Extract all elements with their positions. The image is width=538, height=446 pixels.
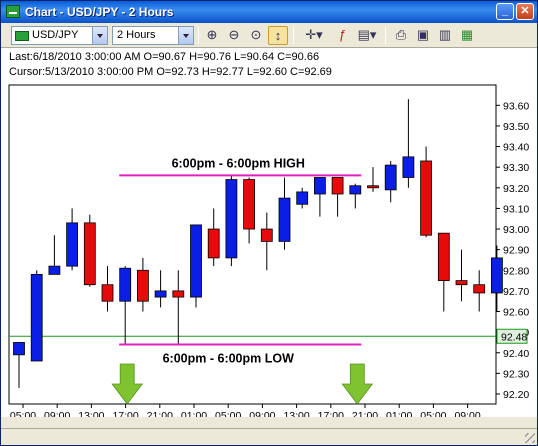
current-price-label: 92.48 xyxy=(501,331,527,343)
bear-candle xyxy=(331,177,344,195)
period-value: 2 Hours xyxy=(117,29,156,41)
resize-grip-icon[interactable] xyxy=(525,433,535,443)
y-tick-label: 92.20 xyxy=(503,389,529,401)
bull-candle xyxy=(48,265,61,275)
y-tick-label: 93.00 xyxy=(503,224,529,236)
price-info-bar: Last:6/18/2010 3:00:00 AM O=90.67 H=90.7… xyxy=(1,48,537,82)
bull-candle xyxy=(402,156,415,178)
x-tick-label: 21:00 xyxy=(147,410,173,417)
chart-window: Chart - USD/JPY - 2 Hours _ ✕ USD/JPY 2 … xyxy=(0,0,538,446)
zoom-out-icon[interactable]: ⊖ xyxy=(224,26,244,45)
y-tick-label: 92.40 xyxy=(503,348,529,360)
x-tick-label: 21:00 xyxy=(352,410,378,417)
bear-candle xyxy=(437,232,450,281)
toolbar-separator xyxy=(293,27,294,44)
x-tick-label: 05:00 xyxy=(10,410,36,417)
x-tick-label: 01:00 xyxy=(386,410,412,417)
bull-candle xyxy=(490,257,503,294)
minimize-button[interactable]: _ xyxy=(496,3,514,20)
crosshair-icon[interactable]: ✛▾ xyxy=(301,26,327,45)
y-tick-label: 92.60 xyxy=(503,307,529,319)
bear-candle xyxy=(455,280,468,286)
bull-candle xyxy=(190,224,202,298)
cursor-price-info: Cursor:5/13/2010 3:00:00 PM O=92.73 H=92… xyxy=(9,66,332,78)
bear-candle xyxy=(83,222,96,286)
x-tick-label: 01:00 xyxy=(181,410,207,417)
y-tick-label: 93.60 xyxy=(503,100,529,112)
bull-candle xyxy=(296,191,309,205)
zoom-in-icon[interactable]: ⊕ xyxy=(202,26,222,45)
bear-candle xyxy=(260,228,273,242)
y-tick-label: 92.70 xyxy=(503,286,529,298)
chart-app-icon xyxy=(6,5,20,18)
y-tick-label: 93.40 xyxy=(503,142,529,154)
bull-candle xyxy=(66,222,78,267)
print-icon[interactable]: ⎙ xyxy=(391,26,411,45)
y-tick-label: 92.90 xyxy=(503,245,529,257)
window-title: Chart - USD/JPY - 2 Hours xyxy=(25,5,174,19)
settings-icon[interactable]: ▦ xyxy=(457,26,477,45)
indicator-icon[interactable]: ▤▾ xyxy=(354,26,380,45)
function-icon[interactable]: ƒ xyxy=(332,26,352,45)
bear-candle xyxy=(367,185,379,189)
bear-candle xyxy=(473,284,486,294)
bear-candle xyxy=(243,179,256,230)
bull-candle xyxy=(384,164,397,191)
bull-candle xyxy=(119,267,132,302)
bull-candle xyxy=(154,290,167,298)
x-tick-label: 17:00 xyxy=(112,410,138,417)
x-tick-label: 13:00 xyxy=(283,410,309,417)
bear-candle xyxy=(420,160,433,236)
chevron-down-icon[interactable] xyxy=(178,27,193,44)
x-tick-label: 05:00 xyxy=(420,410,446,417)
cursor-icon[interactable]: ↕ xyxy=(268,26,288,45)
bull-candle xyxy=(13,342,25,356)
toolbar-separator xyxy=(198,27,199,44)
x-tick-label: 05:00 xyxy=(215,410,241,417)
y-tick-label: 93.10 xyxy=(503,203,529,215)
close-button[interactable]: ✕ xyxy=(516,3,534,20)
x-tick-label: 09:00 xyxy=(249,410,275,417)
bull-candle xyxy=(225,179,238,259)
last-price-info: Last:6/18/2010 3:00:00 AM O=90.67 H=90.7… xyxy=(9,51,320,63)
chart-area[interactable]: 93.60 93.50 93.40 93.30 93.20 93.10 93.00 92.90… xyxy=(1,82,537,422)
y-tick-label: 93.30 xyxy=(503,162,529,174)
export-icon[interactable]: ▥ xyxy=(435,26,455,45)
x-tick-label: 09:00 xyxy=(44,410,70,417)
x-tick-label: 09:00 xyxy=(454,410,480,417)
period-select[interactable]: 2 Hours xyxy=(112,26,194,45)
bear-candle xyxy=(172,290,185,298)
symbol-select[interactable]: USD/JPY xyxy=(11,26,108,45)
toolbar-separator xyxy=(385,27,386,44)
symbol-value: USD/JPY xyxy=(32,29,79,41)
zoom-fit-icon[interactable]: ⊙ xyxy=(246,26,266,45)
bull-candle xyxy=(30,273,43,362)
y-tick-label: 92.30 xyxy=(503,368,529,380)
annotation-label: 6:00pm - 6:00pm HIGH xyxy=(172,156,305,170)
bull-candle xyxy=(349,185,362,195)
candlestick-chart[interactable]: 93.60 93.50 93.40 93.30 93.20 93.10 93.00 92.90… xyxy=(1,82,537,422)
bear-candle xyxy=(207,228,220,259)
y-tick-label: 93.50 xyxy=(503,121,529,133)
x-tick-label: 13:00 xyxy=(78,410,104,417)
y-tick-label: 93.20 xyxy=(503,183,529,195)
bull-candle xyxy=(278,197,291,242)
bear-candle xyxy=(101,284,114,302)
save-icon[interactable]: ▣ xyxy=(413,26,433,45)
chevron-down-icon[interactable] xyxy=(92,27,107,44)
bear-candle xyxy=(136,269,149,302)
annotation-label: 6:00pm - 6:00pm LOW xyxy=(163,352,294,366)
title-bar[interactable]: Chart - USD/JPY - 2 Hours _ ✕ xyxy=(1,1,537,23)
currency-icon xyxy=(15,31,29,41)
x-tick-label: 17:00 xyxy=(318,410,344,417)
y-tick-label: 92.80 xyxy=(503,265,529,277)
toolbar: USD/JPY 2 Hours ⊕ ⊖ ⊙ ↕ ✛▾ ƒ ▤▾ ⎙ ▣ ▥ ▦ xyxy=(1,23,537,48)
status-bar xyxy=(1,428,537,445)
bull-candle xyxy=(313,177,326,195)
